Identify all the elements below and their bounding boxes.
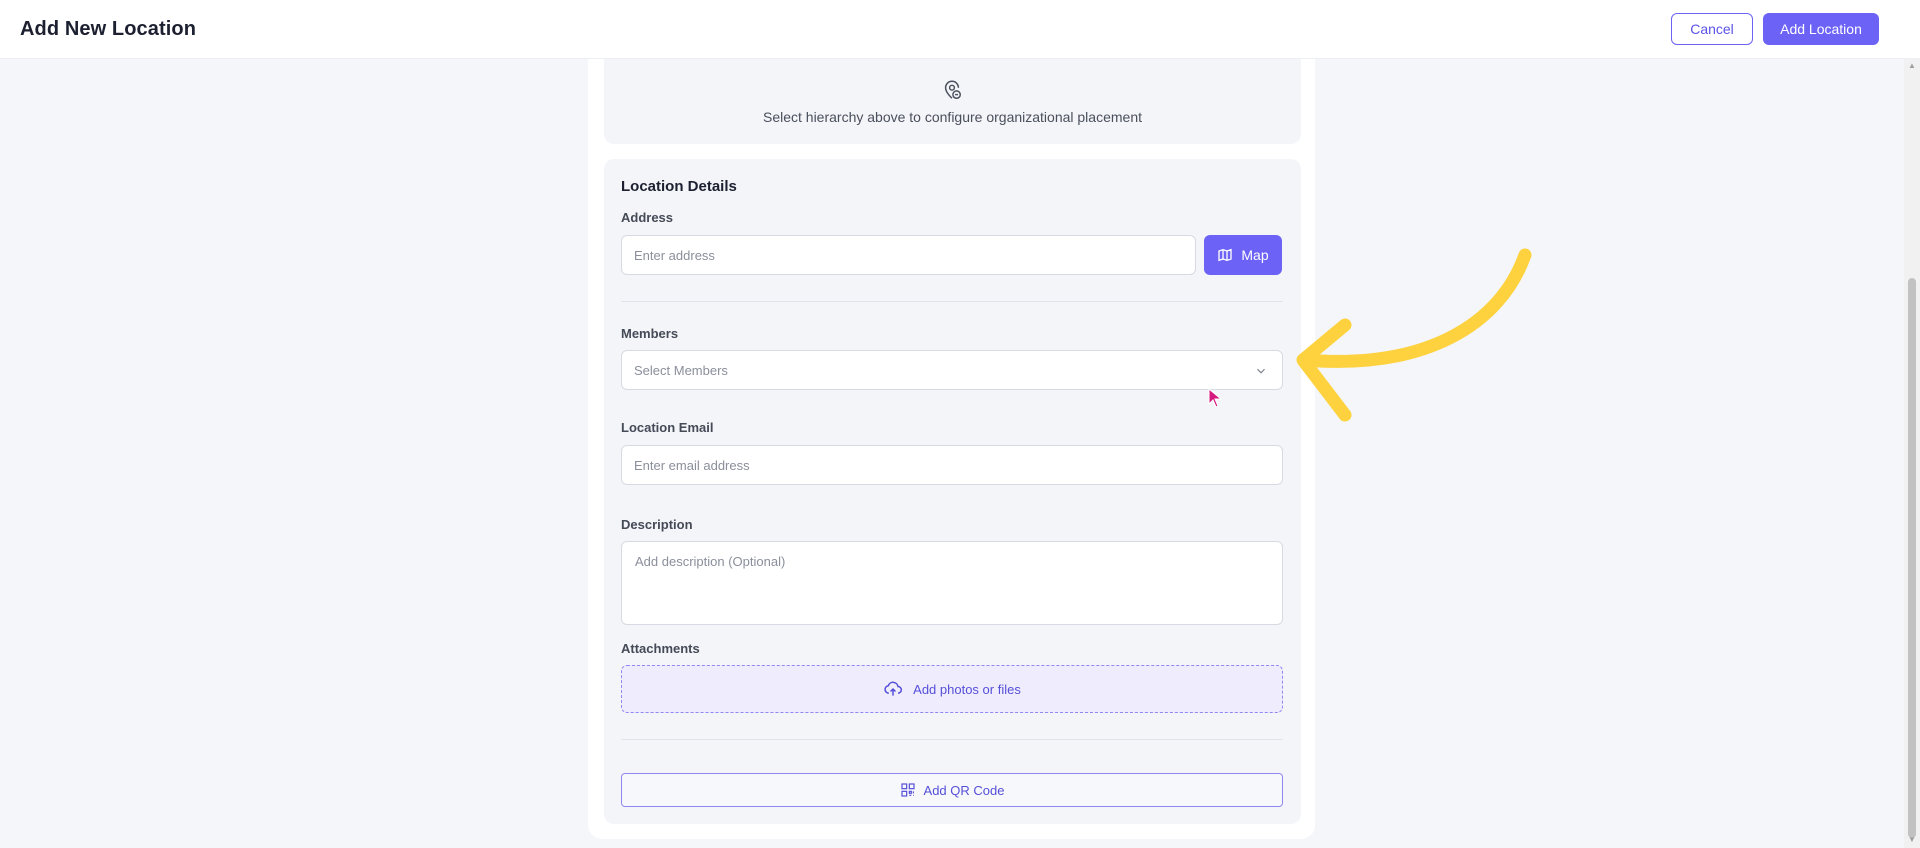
location-hierarchy-icon xyxy=(944,80,961,99)
email-placeholder: Enter email address xyxy=(634,457,750,473)
map-button[interactable]: Map xyxy=(1204,235,1282,275)
hierarchy-card xyxy=(604,59,1301,144)
description-placeholder: Add description (Optional) xyxy=(635,554,786,569)
divider xyxy=(621,301,1283,302)
qr-button-label: Add QR Code xyxy=(923,782,1005,798)
address-placeholder: Enter address xyxy=(634,247,715,263)
cancel-button[interactable]: Cancel xyxy=(1671,13,1753,45)
top-bar: Add New Location Cancel Add Location xyxy=(0,0,1920,59)
map-icon xyxy=(1218,248,1233,262)
qr-code-icon xyxy=(900,783,915,797)
map-button-label: Map xyxy=(1241,247,1269,263)
header-actions: Cancel Add Location xyxy=(1671,13,1879,45)
address-input[interactable]: Enter address xyxy=(621,235,1196,275)
members-label: Members xyxy=(621,326,679,341)
annotation-arrow-icon xyxy=(1296,248,1532,422)
add-qr-code-button[interactable]: Add QR Code xyxy=(621,773,1283,807)
add-location-button[interactable]: Add Location xyxy=(1763,13,1879,45)
scroll-down-icon[interactable]: ▼ xyxy=(1908,836,1916,844)
divider xyxy=(621,739,1283,740)
members-select[interactable]: Select Members xyxy=(621,350,1283,390)
description-label: Description xyxy=(621,517,693,532)
members-placeholder: Select Members xyxy=(634,362,728,378)
section-title: Location Details xyxy=(621,178,737,195)
email-input[interactable]: Enter email address xyxy=(621,445,1283,485)
scroll-up-icon[interactable]: ▲ xyxy=(1908,62,1916,70)
cloud-upload-icon xyxy=(884,681,903,696)
mouse-cursor-icon xyxy=(1208,388,1223,408)
description-textarea[interactable]: Add description (Optional) xyxy=(621,541,1283,625)
dropzone-text: Add photos or files xyxy=(913,681,1021,697)
scrollbar-thumb[interactable] xyxy=(1908,278,1916,838)
email-label: Location Email xyxy=(621,420,714,435)
address-label: Address xyxy=(621,210,674,225)
attachments-dropzone[interactable]: Add photos or files xyxy=(621,665,1283,713)
page-title: Add New Location xyxy=(20,17,197,40)
chevron-down-icon xyxy=(1257,368,1265,374)
attachments-label: Attachments xyxy=(621,641,700,656)
hierarchy-hint: Select hierarchy above to configure orga… xyxy=(762,109,1142,125)
